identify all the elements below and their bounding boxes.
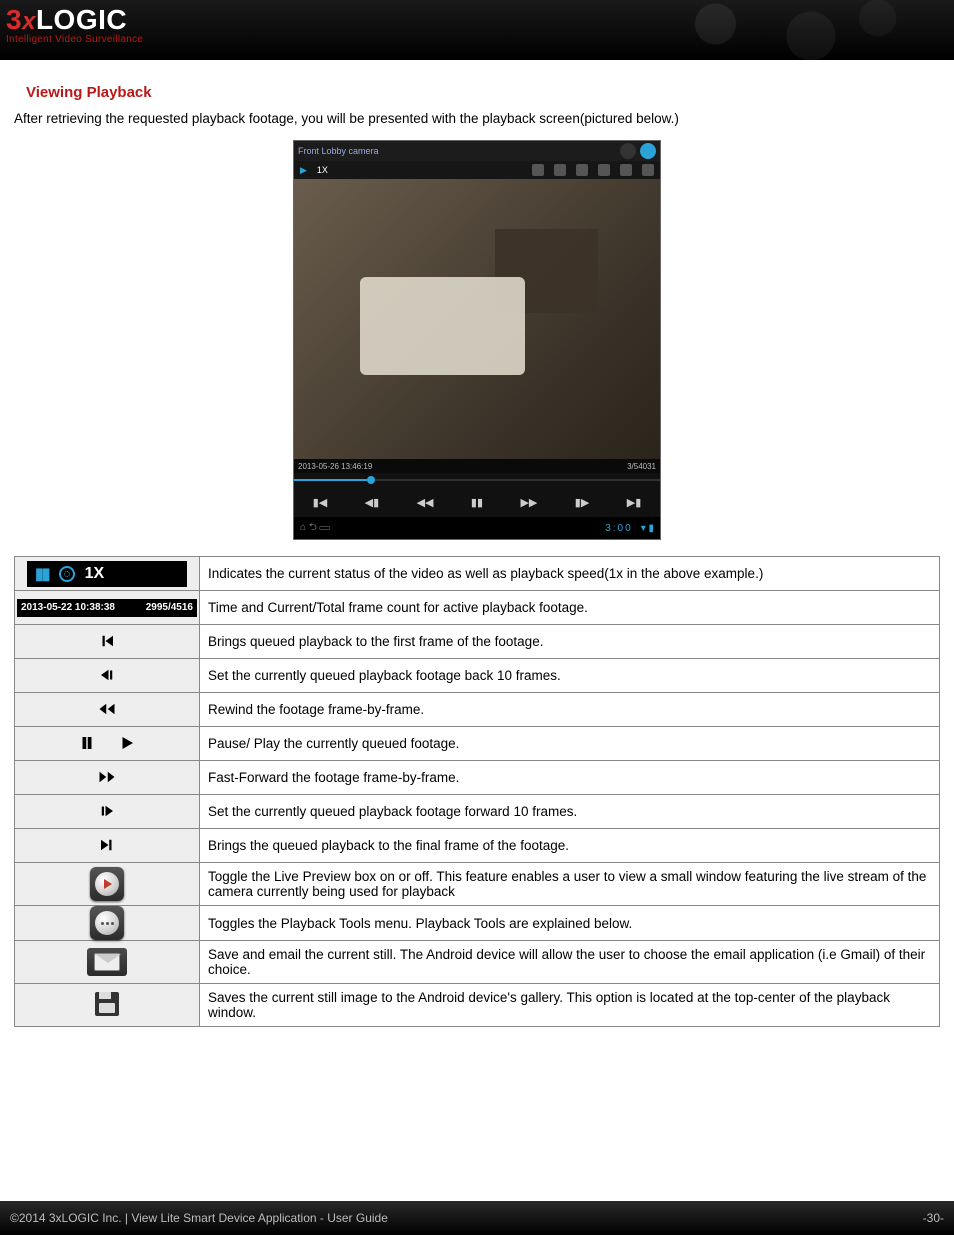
footer-right: -30- xyxy=(923,1211,944,1225)
mini-icon xyxy=(554,164,566,176)
pause-icon: ▮▮ xyxy=(35,564,49,584)
row-desc: Saves the current still image to the And… xyxy=(200,984,940,1027)
ss-time-left: 2013-05-26 13:46:19 xyxy=(298,462,372,471)
playback-tools-icon xyxy=(90,906,124,940)
table-row: Fast-Forward the footage frame-by-frame. xyxy=(15,761,940,795)
timecount-ts: 2013-05-22 10:38:38 xyxy=(21,602,115,613)
logo-text: LOGIC xyxy=(36,4,127,35)
header-band: 3xLOGIC Intelligent Video Surveillance xyxy=(0,0,954,60)
footer-left: ©2014 3xLOGIC Inc. | View Lite Smart Dev… xyxy=(10,1211,388,1225)
mini-icon xyxy=(576,164,588,176)
timecount-frames: 2995/4516 xyxy=(146,602,193,613)
row-desc: Time and Current/Total frame count for a… xyxy=(200,591,940,625)
mini-icon xyxy=(598,164,610,176)
email-icon xyxy=(87,948,127,976)
first-frame-icon xyxy=(96,630,118,652)
timecount-chip: 2013-05-22 10:38:38 2995/4516 xyxy=(17,599,197,617)
mini-icon xyxy=(620,164,632,176)
row-desc: Set the currently queued playback footag… xyxy=(200,795,940,829)
play-icon xyxy=(116,732,138,754)
row-desc: Brings the queued playback to the final … xyxy=(200,829,940,863)
gear-icon xyxy=(620,143,636,159)
status-chip: ▮▮ 1X xyxy=(27,561,187,587)
table-row: Brings queued playback to the first fram… xyxy=(15,625,940,659)
buffer-icon xyxy=(59,566,75,582)
fast-forward-icon xyxy=(96,766,118,788)
row-desc: Toggles the Playback Tools menu. Playbac… xyxy=(200,906,940,941)
table-row: Toggles the Playback Tools menu. Playbac… xyxy=(15,906,940,941)
table-row: Save and email the current still. The An… xyxy=(15,941,940,984)
brand-logo: 3xLOGIC Intelligent Video Surveillance xyxy=(6,4,143,45)
table-row: 2013-05-22 10:38:38 2995/4516 Time and C… xyxy=(15,591,940,625)
controls-table: ▮▮ 1X Indicates the current status of th… xyxy=(14,556,940,1027)
logo-tagline: Intelligent Video Surveillance xyxy=(6,34,143,45)
row-desc: Pause/ Play the currently queued footage… xyxy=(200,727,940,761)
table-row: ▮▮ 1X Indicates the current status of th… xyxy=(15,557,940,591)
table-row: Pause/ Play the currently queued footage… xyxy=(15,727,940,761)
last-frame-icon xyxy=(96,834,118,856)
row-desc: Toggle the Live Preview box on or off. T… xyxy=(200,863,940,906)
row-desc: Set the currently queued playback footag… xyxy=(200,659,940,693)
forward-10-icon xyxy=(96,800,118,822)
ss-scrubber xyxy=(294,473,660,487)
mini-icon xyxy=(532,164,544,176)
playback-screenshot: Front Lobby camera ▶ 1X 20 xyxy=(293,140,661,540)
live-preview-icon xyxy=(90,867,124,901)
ss-controls: ▮◀◀▮◀◀▮▮▶▶▮▶▶▮ xyxy=(294,487,660,517)
logo-3: 3 xyxy=(6,4,22,35)
save-icon xyxy=(95,992,119,1016)
logo-x: x xyxy=(22,8,36,35)
table-row: Set the currently queued playback footag… xyxy=(15,795,940,829)
rewind-icon xyxy=(96,698,118,720)
play-indicator-icon: ▶ xyxy=(300,165,307,176)
page-footer: ©2014 3xLOGIC Inc. | View Lite Smart Dev… xyxy=(0,1201,954,1235)
ss-android-navbar: ⌂ ⮌ ▭ 3:00 ▾ ▮ xyxy=(294,517,660,539)
pause-icon xyxy=(76,732,98,754)
back-10-icon xyxy=(96,664,118,686)
row-desc: Indicates the current status of the vide… xyxy=(200,557,940,591)
section-title: Viewing Playback xyxy=(26,84,940,101)
ss-time-right: 3/54031 xyxy=(627,462,656,471)
table-row: Rewind the footage frame-by-frame. xyxy=(15,693,940,727)
status-speed: 1X xyxy=(85,565,105,583)
table-row: Saves the current still image to the And… xyxy=(15,984,940,1027)
table-row: Brings the queued playback to the final … xyxy=(15,829,940,863)
row-desc: Fast-Forward the footage frame-by-frame. xyxy=(200,761,940,795)
row-desc: Save and email the current still. The An… xyxy=(200,941,940,984)
row-desc: Rewind the footage frame-by-frame. xyxy=(200,693,940,727)
ss-video-frame xyxy=(294,179,660,459)
ss-clock: 3:00 xyxy=(605,523,632,534)
mini-icon xyxy=(642,164,654,176)
tools-icon xyxy=(640,143,656,159)
table-row: Set the currently queued playback footag… xyxy=(15,659,940,693)
ss-camera-name: Front Lobby camera xyxy=(298,146,616,156)
table-row: Toggle the Live Preview box on or off. T… xyxy=(15,863,940,906)
section-intro: After retrieving the requested playback … xyxy=(14,111,940,126)
row-desc: Brings queued playback to the first fram… xyxy=(200,625,940,659)
ss-speed: 1X xyxy=(317,165,328,175)
